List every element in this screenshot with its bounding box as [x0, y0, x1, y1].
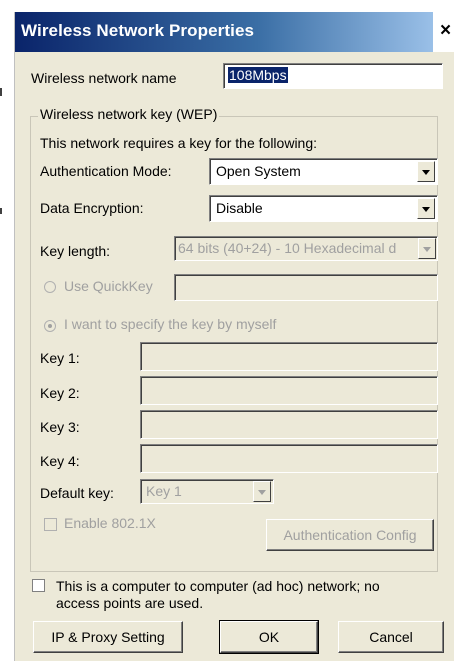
network-name-input[interactable]: 108Mbps	[223, 63, 443, 89]
enable-8021x-label: Enable 802.1X	[64, 515, 156, 531]
use-quickkey-label: Use QuickKey	[64, 278, 153, 294]
quickkey-input[interactable]	[174, 274, 438, 301]
ip-proxy-setting-button[interactable]: IP & Proxy Setting	[33, 621, 183, 653]
key-length-select[interactable]: 64 bits (40+24) - 10 Hexadecimal d	[174, 236, 438, 261]
default-key-dropdown-button[interactable]	[253, 481, 271, 502]
data-encryption-value: Disable	[216, 200, 263, 216]
requirement-text: This network requires a key for the foll…	[40, 135, 318, 151]
key-2-input[interactable]	[140, 376, 438, 405]
default-key-label: Default key:	[40, 485, 114, 501]
close-icon[interactable]: ×	[440, 20, 451, 42]
chevron-down-icon	[423, 247, 431, 252]
auth-mode-value: Open System	[216, 163, 301, 179]
key-3-label: Key 3:	[40, 419, 80, 435]
adhoc-checkbox[interactable]	[32, 579, 45, 592]
margin-mark	[0, 208, 2, 214]
cancel-button[interactable]: Cancel	[338, 621, 444, 653]
key-2-label: Key 2:	[40, 385, 80, 401]
network-name-value: 108Mbps	[228, 67, 288, 83]
network-name-label: Wireless network name	[31, 70, 177, 86]
chevron-down-icon	[258, 490, 266, 495]
key-length-value: 64 bits (40+24) - 10 Hexadecimal d	[178, 240, 397, 256]
wep-group-title: Wireless network key (WEP)	[38, 106, 220, 122]
margin-mark	[0, 88, 2, 96]
auth-mode-select[interactable]: Open System	[209, 158, 438, 185]
specify-key-label: I want to specify the key by myself	[64, 316, 277, 332]
use-quickkey-radio[interactable]	[44, 281, 56, 293]
key-1-label: Key 1:	[40, 350, 80, 366]
adhoc-label-line2: access points are used.	[56, 595, 204, 611]
key-3-input[interactable]	[140, 410, 438, 439]
data-encryption-label: Data Encryption:	[40, 200, 144, 216]
radio-dot	[48, 324, 52, 328]
dialog-title: Wireless Network Properties	[21, 21, 255, 40]
data-encryption-select[interactable]: Disable	[209, 195, 438, 222]
auth-mode-dropdown-button[interactable]	[417, 161, 435, 182]
enable-8021x-checkbox[interactable]	[44, 518, 57, 531]
chevron-down-icon	[422, 170, 430, 175]
key-length-dropdown-button[interactable]	[418, 238, 436, 259]
key-1-input[interactable]	[140, 342, 438, 371]
data-encryption-dropdown-button[interactable]	[417, 198, 435, 219]
default-key-value: Key 1	[146, 483, 182, 499]
key-4-label: Key 4:	[40, 453, 80, 469]
authentication-config-button[interactable]: Authentication Config	[266, 519, 434, 551]
ok-button[interactable]: OK	[219, 620, 319, 654]
adhoc-label-line1: This is a computer to computer (ad hoc) …	[56, 578, 380, 594]
default-key-select[interactable]: Key 1	[140, 479, 274, 504]
chevron-down-icon	[422, 207, 430, 212]
specify-key-radio[interactable]	[44, 320, 56, 332]
key-4-input[interactable]	[140, 444, 438, 473]
key-length-label: Key length:	[40, 243, 111, 259]
auth-mode-label: Authentication Mode:	[40, 163, 172, 179]
